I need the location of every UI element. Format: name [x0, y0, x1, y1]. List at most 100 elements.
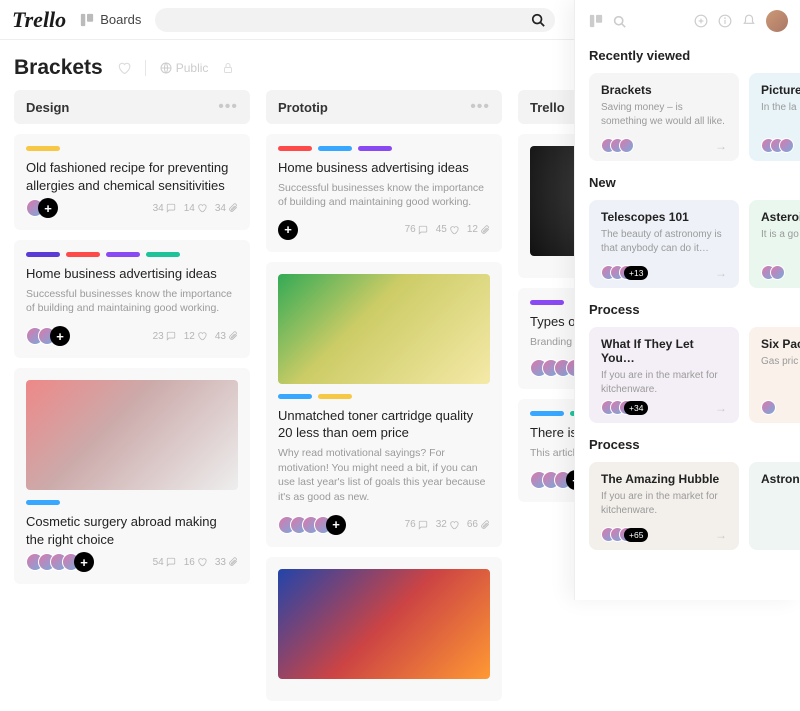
card-metrics: 341434	[153, 203, 238, 214]
recent-item[interactable]: BracketsSaving money – is something we w…	[589, 73, 739, 161]
arrow-icon: →	[715, 401, 727, 415]
arrow-icon: →	[715, 266, 727, 280]
card-labels	[26, 252, 238, 257]
pill-title: Asteroi	[761, 210, 800, 224]
card-metrics: 763266	[405, 519, 490, 530]
board-title: Brackets	[14, 56, 103, 80]
card[interactable]: Home business advertising ideas Successfu…	[14, 240, 250, 358]
pill-row: The Amazing HubbleIf you are in the mark…	[589, 462, 800, 550]
attachments-count: 34	[215, 203, 238, 214]
label	[278, 146, 312, 151]
card[interactable]: Home business advertising ideasSuccessfu…	[266, 134, 502, 252]
comments-count: 23	[153, 331, 176, 342]
card-metrics: 541633	[153, 557, 238, 568]
add-icon[interactable]	[694, 14, 708, 28]
avatar	[761, 400, 776, 415]
logo[interactable]: Trello	[12, 7, 66, 33]
boards-icon[interactable]	[589, 14, 603, 28]
recent-item[interactable]: Telescopes 101The beauty of astronomy is…	[589, 200, 739, 288]
arrow-icon: →	[715, 139, 727, 153]
likes-count: 12	[184, 331, 207, 342]
list-title: Prototip	[278, 100, 328, 115]
pill-title: The Amazing Hubble	[601, 472, 727, 486]
avatars: +	[26, 326, 70, 346]
card-image	[26, 380, 238, 490]
favorite-icon[interactable]	[117, 61, 131, 75]
boards-icon	[80, 13, 94, 27]
add-member-button[interactable]: +	[326, 515, 346, 535]
recent-item[interactable]: PictureIn the la FTA sate	[749, 73, 800, 161]
label	[66, 252, 100, 257]
info-icon[interactable]	[718, 14, 732, 28]
card-labels	[278, 394, 490, 399]
label	[26, 252, 60, 257]
card-footer: +764512	[278, 220, 490, 240]
avatar	[770, 265, 785, 280]
avatars	[530, 359, 578, 377]
attachments-count: 66	[467, 519, 490, 530]
recent-item[interactable]: Astrono	[749, 462, 800, 550]
avatars: +13	[601, 265, 648, 280]
more-icon[interactable]: •••	[218, 98, 238, 116]
card-footer: +763266	[278, 515, 490, 535]
comments-count: 34	[153, 203, 176, 214]
bell-icon[interactable]	[742, 14, 756, 28]
card-metrics: 231243	[153, 331, 238, 342]
attachments-count: 12	[467, 224, 490, 235]
card-footer: +541633	[26, 552, 238, 572]
avatars: +	[278, 515, 346, 535]
avatars: +34	[601, 400, 648, 415]
avatar[interactable]	[766, 10, 788, 32]
list-header[interactable]: Prototip •••	[266, 90, 502, 124]
pill-title: Picture	[761, 83, 800, 97]
card[interactable]: Unmatched toner cartridge quality 20 les…	[266, 262, 502, 547]
label	[146, 252, 180, 257]
pill-row: Telescopes 101The beauty of astronomy is…	[589, 200, 800, 288]
add-member-button[interactable]: +	[74, 552, 94, 572]
label	[26, 146, 60, 151]
pill-title: What If They Let You…	[601, 337, 727, 365]
pill-title: Brackets	[601, 83, 727, 97]
recent-item[interactable]: The Amazing HubbleIf you are in the mark…	[589, 462, 739, 550]
recent-item[interactable]: What If They Let You…If you are in the m…	[589, 327, 739, 423]
list: Prototip ••• Home business advertising ide…	[266, 90, 502, 711]
more-icon[interactable]: •••	[470, 98, 490, 116]
card[interactable]	[266, 557, 502, 701]
card[interactable]: Cosmetic surgery abroad making the right…	[14, 368, 250, 584]
likes-count: 16	[184, 557, 207, 568]
lock-icon[interactable]	[222, 62, 234, 74]
recent-item[interactable]: Six PacGas pric	[749, 327, 800, 423]
member-count-badge: +65	[624, 528, 648, 542]
recent-item[interactable]: AsteroiIt is a go PC as an	[749, 200, 800, 288]
avatars: +65	[601, 527, 648, 542]
card-title: Home business advertising ideas	[278, 159, 490, 177]
section-title: Recently viewed	[589, 48, 800, 63]
add-member-button[interactable]: +	[50, 326, 70, 346]
search-icon[interactable]	[613, 15, 626, 28]
add-member-button[interactable]: +	[38, 198, 58, 218]
visibility-label: Public	[176, 61, 209, 75]
avatar	[619, 138, 634, 153]
list-header[interactable]: Design•••	[14, 90, 250, 124]
pill-row: BracketsSaving money – is something we w…	[589, 73, 800, 161]
label	[318, 146, 352, 151]
card-metrics: 764512	[405, 224, 490, 235]
label	[278, 394, 312, 399]
search-input[interactable]	[155, 8, 555, 32]
label	[106, 252, 140, 257]
member-count-badge: +13	[624, 266, 648, 280]
section-title: Process	[589, 302, 800, 317]
visibility-toggle[interactable]: Public	[160, 61, 209, 75]
avatars: +	[26, 552, 94, 572]
card-title: Cosmetic surgery abroad making the right…	[26, 513, 238, 548]
card[interactable]: Old fashioned recipe for preventing alle…	[14, 134, 250, 230]
card-desc: Why read motivational sayings? For motiv…	[278, 446, 490, 505]
card-title: Old fashioned recipe for preventing alle…	[26, 159, 238, 194]
likes-count: 32	[436, 519, 459, 530]
boards-button[interactable]: Boards	[80, 12, 141, 27]
avatars	[761, 138, 788, 153]
avatars	[601, 138, 628, 153]
card-title: Home business advertising ideas	[26, 265, 238, 283]
card-desc: Successful businesses know the importanc…	[26, 287, 238, 316]
add-member-button[interactable]: +	[278, 220, 298, 240]
